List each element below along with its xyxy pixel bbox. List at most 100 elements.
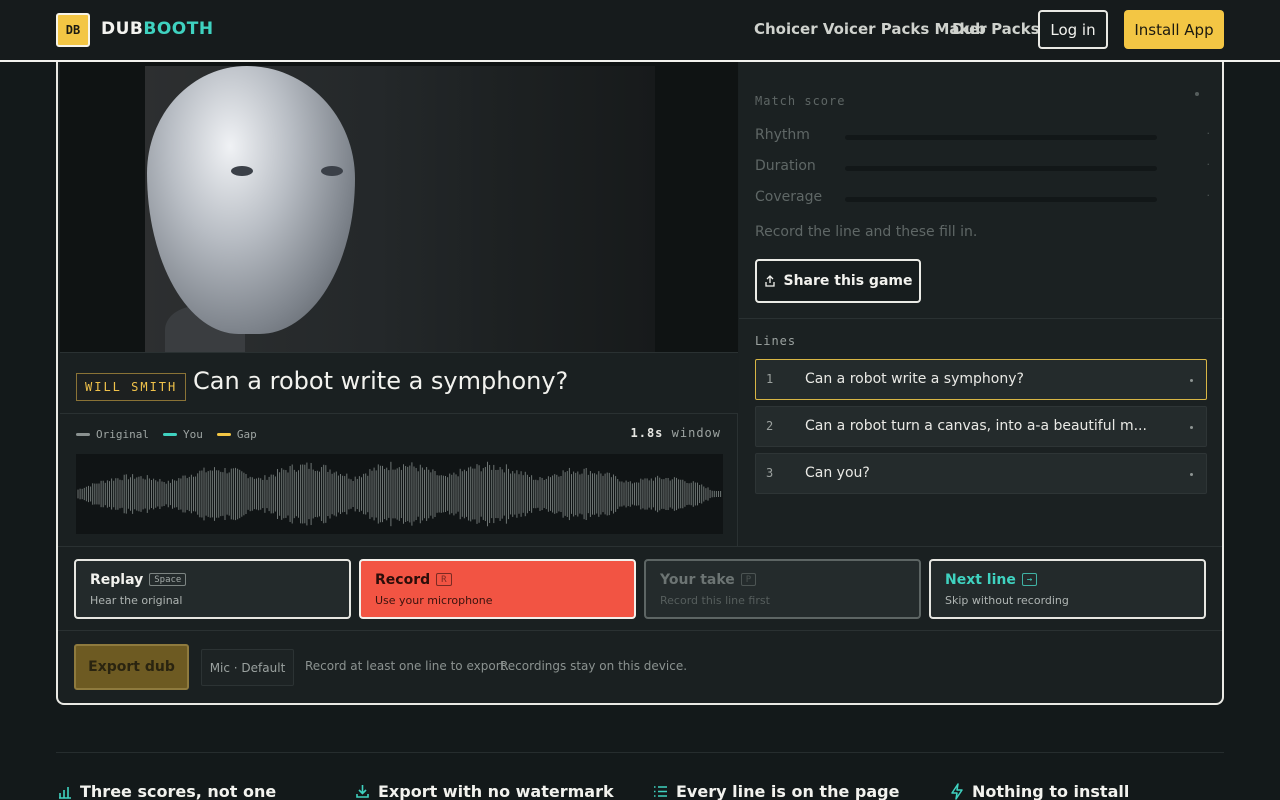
record-title: Record R: [375, 572, 452, 588]
section-divider: [56, 752, 1224, 753]
your-take-shortcut-key: P: [740, 573, 757, 586]
logo-text-booth: BOOTH: [143, 19, 214, 39]
share-icon: [764, 275, 775, 287]
score-bar-duration: [845, 166, 1157, 171]
replay-button[interactable]: Replay Space Hear the original: [74, 559, 351, 619]
feature-label: Nothing to install: [972, 782, 1130, 800]
feature-three-scores: Three scores, not one: [58, 782, 276, 800]
line-status-dot: [1190, 473, 1193, 476]
score-row-duration: Duration ·: [755, 158, 1210, 178]
match-score-indicator: [1195, 92, 1199, 96]
logo-text[interactable]: DUBBOOTH: [101, 19, 214, 39]
current-quote: Can a robot write a symphony?: [193, 367, 569, 395]
legend-gap: Gap: [216, 428, 257, 441]
feature-no-watermark: Export with no watermark: [355, 782, 614, 800]
download-icon: [356, 785, 369, 798]
score-bar-rhythm: [845, 135, 1157, 140]
score-label-coverage: Coverage: [755, 189, 823, 205]
replay-title: Replay Space: [90, 572, 187, 588]
dub-studio-card: WILL SMITH Can a robot write a symphony?…: [56, 62, 1224, 705]
video-frame: [145, 66, 655, 352]
legend-you: You: [162, 428, 203, 441]
feature-label: Three scores, not one: [80, 782, 277, 800]
line-number: 1: [766, 372, 774, 386]
logo-text-dub: DUB: [101, 19, 144, 39]
legend-original: Original: [76, 428, 149, 441]
score-row-coverage: Coverage ·: [755, 189, 1210, 209]
quote-bar: WILL SMITH Can a robot write a symphony?: [60, 352, 738, 414]
score-row-rhythm: Rhythm ·: [755, 127, 1210, 147]
legend-swatch-gap: [216, 433, 231, 436]
record-button[interactable]: Record R Use your microphone: [359, 559, 636, 619]
lines-divider: [739, 318, 1222, 319]
legend-swatch-you: [162, 433, 177, 436]
waveform-legend: Original You Gap: [76, 428, 257, 441]
robot-eye-left: [231, 166, 253, 176]
line-text: Can a robot turn a canvas, into a-a beau…: [805, 418, 1147, 434]
waveform-display[interactable]: [76, 454, 723, 534]
score-label-rhythm: Rhythm: [755, 127, 810, 143]
line-text: Can a robot write a symphony?: [805, 371, 1024, 387]
lines-heading: Lines: [755, 334, 797, 348]
window-value: 1.8s: [630, 426, 664, 440]
robot-head-image: [147, 66, 355, 334]
your-take-subtitle: Record this line first: [660, 594, 770, 607]
match-score-heading: Match score: [755, 94, 846, 108]
nav-dub-packs[interactable]: Dub Packs: [952, 20, 1040, 38]
next-line-shortcut-key: →: [1021, 573, 1038, 586]
score-value-rhythm: ·: [1206, 127, 1211, 140]
speaker-tag: WILL SMITH: [76, 373, 187, 401]
share-game-button[interactable]: Share this game: [755, 259, 921, 303]
right-panel: Match score Rhythm · Duration · Coverage…: [739, 62, 1222, 546]
replay-subtitle: Hear the original: [90, 594, 183, 607]
feature-every-line: Every line is on the page: [653, 782, 899, 800]
logo-mark[interactable]: DB: [56, 13, 90, 47]
robot-eye-right: [321, 166, 343, 176]
legend-swatch-original: [76, 433, 90, 436]
line-item-1[interactable]: 1 Can a robot write a symphony?: [755, 359, 1207, 400]
install-app-button[interactable]: Install App: [1124, 10, 1224, 49]
export-dub-button[interactable]: Export dub: [74, 644, 189, 690]
bolt-icon: [951, 783, 963, 800]
feature-nothing-to-install: Nothing to install: [950, 782, 1129, 800]
legend-label-original: Original: [96, 428, 149, 441]
line-status-dot: [1190, 379, 1193, 382]
login-button[interactable]: Log in: [1038, 10, 1108, 49]
next-line-subtitle: Skip without recording: [945, 594, 1069, 607]
window-unit: window: [671, 426, 721, 440]
line-status-dot: [1190, 426, 1193, 429]
line-item-3[interactable]: 3 Can you?: [755, 453, 1207, 494]
feature-label: Every line is on the page: [676, 782, 900, 800]
line-number: 2: [766, 419, 774, 433]
score-bar-coverage: [845, 197, 1157, 202]
video-player[interactable]: [60, 62, 738, 352]
line-number: 3: [766, 466, 774, 480]
record-subtitle: Use your microphone: [375, 594, 493, 607]
line-text: Can you?: [805, 465, 870, 481]
window-length: 1.8s window: [631, 426, 722, 440]
score-hint: Record the line and these fill in.: [755, 224, 978, 240]
record-shortcut-key: R: [436, 573, 452, 586]
waveform-panel: Original You Gap 1.8s window: [60, 414, 738, 546]
line-item-2[interactable]: 2 Can a robot turn a canvas, into a-a be…: [755, 406, 1207, 447]
next-line-title-text: Next line: [945, 572, 1016, 588]
top-header: DB DUBBOOTH Choicer Voicer Packs Maker D…: [0, 0, 1280, 62]
legend-label-you: You: [182, 428, 203, 441]
controls-bar: Replay Space Hear the original Record R Us…: [58, 546, 1222, 631]
mic-selector[interactable]: Mic · Default: [201, 649, 294, 686]
score-label-duration: Duration: [755, 158, 816, 174]
score-value-duration: ·: [1206, 158, 1211, 171]
next-line-button[interactable]: Next line → Skip without recording: [929, 559, 1206, 619]
replay-title-text: Replay: [90, 572, 144, 588]
list-icon: [654, 786, 667, 797]
privacy-note: Recordings stay on this device.: [500, 659, 688, 673]
your-take-button[interactable]: Your take P Record this line first: [644, 559, 921, 619]
replay-shortcut-key: Space: [149, 573, 187, 586]
export-note: Record at least one line to export.: [305, 659, 510, 673]
record-title-text: Record: [375, 572, 431, 588]
score-value-coverage: ·: [1206, 189, 1211, 202]
share-game-label: Share this game: [783, 273, 913, 289]
bar-chart-icon: [59, 786, 71, 799]
feature-label: Export with no watermark: [378, 782, 614, 800]
legend-label-gap: Gap: [236, 428, 257, 441]
